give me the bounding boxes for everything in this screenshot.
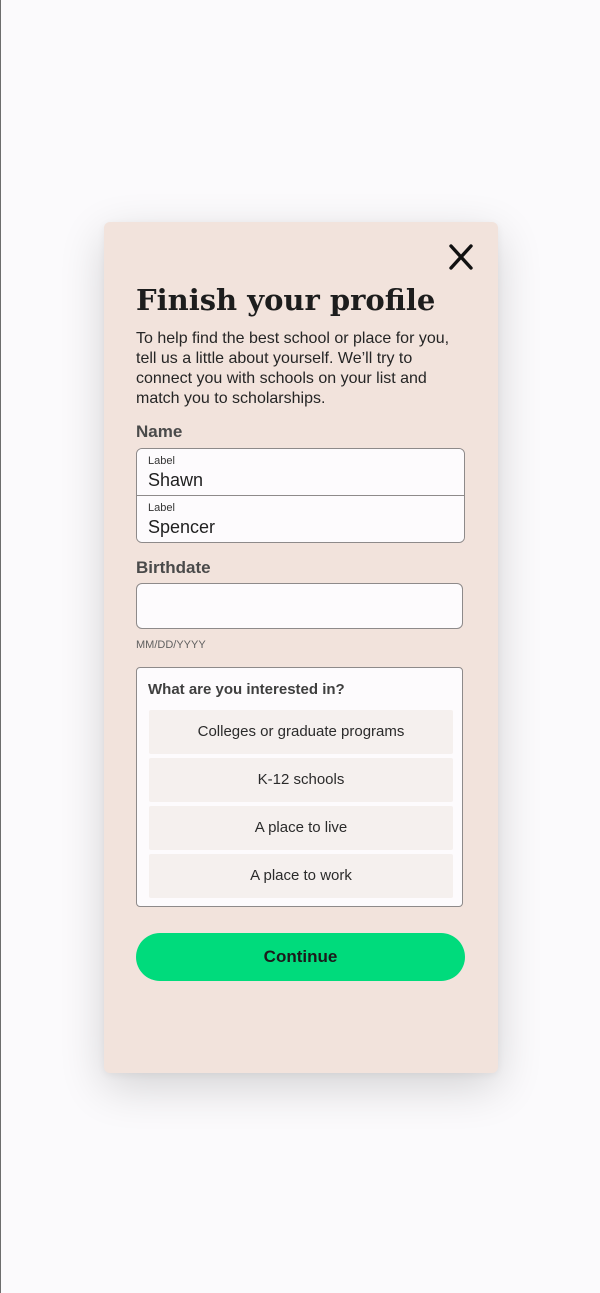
birthdate-section-label: Birthdate [136, 558, 211, 577]
interests-question: What are you interested in? [148, 681, 345, 698]
interest-option-place-to-work[interactable]: A place to work [149, 854, 453, 898]
first-name-value: Shawn [148, 470, 204, 490]
birthdate-format-hint: MM/DD/YYYY [136, 639, 206, 651]
close-icon [449, 244, 473, 270]
page-edge [0, 0, 1, 1293]
modal-description: To help find the best school or place fo… [136, 330, 450, 407]
last-name-value: Spencer [148, 517, 216, 537]
interests-panel: What are you interested in? Colleges or … [136, 667, 463, 907]
profile-modal: Finish your profile To help find the bes… [104, 222, 498, 1073]
interest-option-colleges[interactable]: Colleges or graduate programs [149, 710, 453, 754]
birthdate-input[interactable] [136, 583, 463, 629]
last-name-field[interactable]: Label Spencer [137, 496, 464, 542]
first-name-field[interactable]: Label Shawn [137, 449, 464, 495]
close-button[interactable] [446, 240, 476, 274]
interest-option-k12-schools[interactable]: K-12 schools [149, 758, 453, 802]
name-field-group: Label Shawn Label Spencer [136, 448, 465, 543]
first-name-field-label: Label [148, 455, 175, 467]
name-section-label: Name [136, 422, 183, 441]
interest-option-place-to-live[interactable]: A place to live [149, 806, 453, 850]
continue-button[interactable]: Continue [136, 933, 465, 981]
modal-title: Finish your profile [136, 283, 436, 317]
last-name-field-label: Label [148, 502, 175, 514]
